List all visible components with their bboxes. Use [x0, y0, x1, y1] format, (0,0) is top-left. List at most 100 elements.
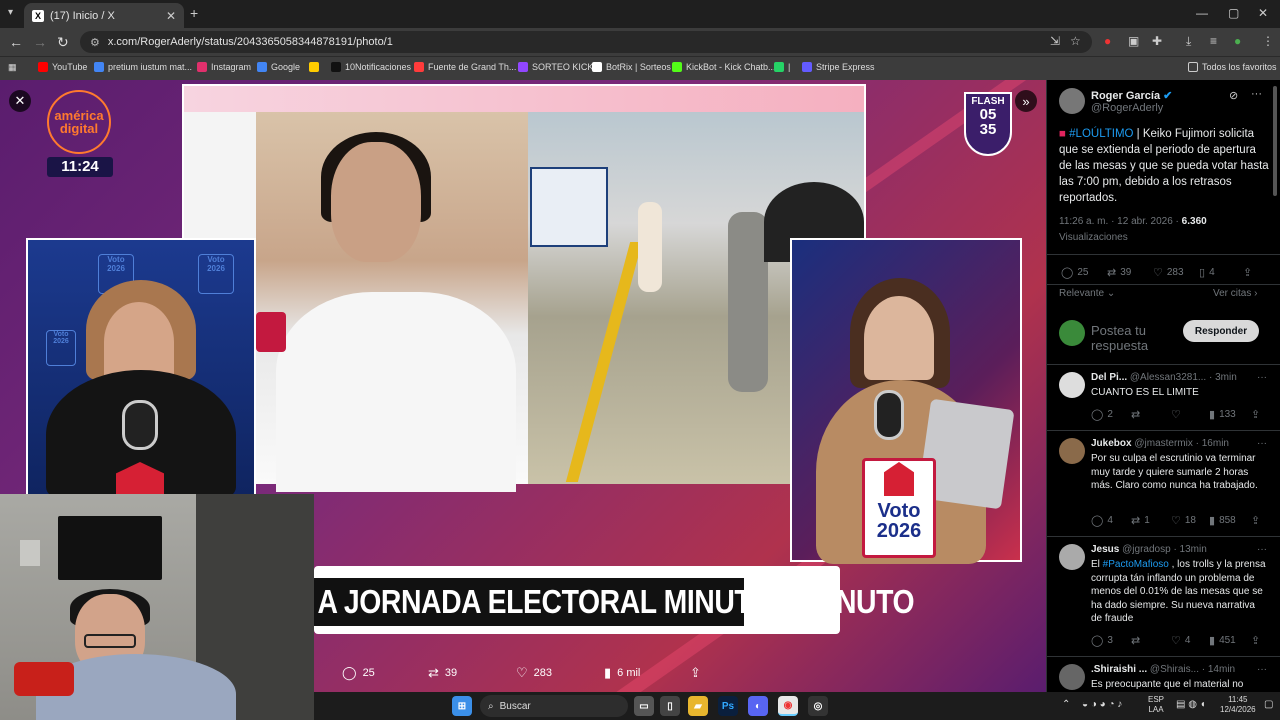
hashtag-link[interactable]: #LOÚLTIMO	[1069, 128, 1133, 140]
back-icon[interactable]: ←	[9, 34, 23, 50]
reply-views[interactable]: ▮ 858	[1209, 514, 1236, 527]
install-icon[interactable]: ⇲	[1050, 34, 1060, 48]
language-indicator[interactable]: ESP LAA	[1148, 695, 1164, 715]
bookmark-item[interactable]: YouTube	[38, 62, 87, 72]
bookmark-item[interactable]: Stripe Express	[802, 62, 875, 72]
close-media-button[interactable]: ✕	[9, 90, 31, 112]
reply-avatar[interactable]	[1059, 664, 1085, 690]
tray-overflow-icon[interactable]: ⌃	[1062, 700, 1070, 710]
taskbar-clock[interactable]: 11:45 12/4/2026	[1220, 695, 1256, 715]
reply-like-button[interactable]: ♡ 18	[1171, 514, 1196, 527]
tweet-repost-button[interactable]: ⇄ 39	[1107, 266, 1131, 279]
browser-tab[interactable]: X (17) Inicio / X ✕	[24, 3, 184, 28]
file-explorer-icon[interactable]: ▰	[688, 696, 708, 716]
maximize-icon[interactable]: ▢	[1228, 6, 1239, 20]
all-bookmarks[interactable]: Todos los favoritos	[1188, 62, 1277, 72]
see-quotes-link[interactable]: Ver citas ›	[1213, 288, 1257, 299]
reply-share-button[interactable]: ⇪	[1251, 408, 1264, 421]
photoshop-icon[interactable]: Ps	[718, 696, 738, 716]
reload-icon[interactable]: ↻	[57, 34, 69, 51]
browser-menu-icon[interactable]: ⋮	[1262, 34, 1274, 48]
app-icon[interactable]: ◎	[808, 696, 828, 716]
bookmark-item[interactable]: Instagram	[197, 62, 251, 72]
reply-share-button[interactable]: ⇪	[1251, 514, 1264, 527]
profile-avatar-icon[interactable]: ●	[1234, 34, 1241, 48]
reading-list-icon[interactable]: ≡	[1210, 34, 1217, 48]
bookmark-item[interactable]: Fuente de Grand Th...	[414, 62, 516, 72]
reply-repost-button[interactable]: ⇄	[1131, 408, 1144, 421]
minimize-icon[interactable]: —	[1196, 6, 1208, 20]
notification-icon[interactable]: ▢	[1264, 700, 1273, 710]
media-repost-button[interactable]: ⇄ 39	[428, 665, 457, 681]
reply-repost-button[interactable]: ⇄	[1131, 634, 1144, 647]
tab-close-icon[interactable]: ✕	[166, 9, 176, 23]
widgets-icon[interactable]: ▯	[660, 696, 680, 716]
reply-avatar[interactable]	[1059, 544, 1085, 570]
share-icon: ⇪	[1251, 409, 1261, 421]
reply-more-icon[interactable]: ···	[1257, 438, 1267, 449]
sidebar-scrollbar[interactable]	[1273, 86, 1277, 196]
video-main-frame	[182, 84, 866, 492]
reply-submit-button[interactable]: Responder	[1183, 320, 1259, 342]
media-views-button[interactable]: ▮ 6 mil	[604, 665, 640, 681]
bookmark-item[interactable]: BotRix | Sorteos	[592, 62, 671, 72]
author-handle[interactable]: @RogerAderly	[1091, 102, 1163, 114]
tweet-like-button[interactable]: ♡ 283	[1153, 266, 1184, 279]
bookmark-item[interactable]	[309, 62, 323, 72]
chrome-icon[interactable]: ◉	[778, 696, 798, 716]
bookmark-item[interactable]: KickBot - Kick Chatb...	[672, 62, 776, 72]
reply-reply-button[interactable]: ◯ 2	[1091, 408, 1113, 421]
window-close-icon[interactable]: ✕	[1258, 6, 1268, 20]
extension-red-icon[interactable]: ●	[1104, 34, 1111, 48]
reply-more-icon[interactable]: ···	[1257, 664, 1267, 675]
bookmark-item[interactable]: |	[774, 62, 790, 72]
new-tab-button[interactable]: +	[190, 5, 198, 21]
site-info-icon[interactable]: ⚙	[90, 36, 100, 49]
media-like-button[interactable]: ♡ 283	[516, 665, 552, 681]
tray-app-icons[interactable]: ◒ ◑ ◕ ◔ ♪	[1082, 700, 1122, 710]
tweet-share-button[interactable]: ⇪	[1243, 266, 1256, 279]
reply-repost-button[interactable]: ⇄ 1	[1131, 514, 1150, 527]
hashtag-link[interactable]: #PactoMafioso	[1103, 559, 1169, 570]
bookmark-item[interactable]: pretium iustum mat...	[94, 62, 192, 72]
apps-grid-icon[interactable]: ▦	[8, 62, 17, 73]
taskbar-search[interactable]: ⌕ Buscar	[480, 695, 628, 717]
address-bar[interactable]: ⚙ x.com/RogerAderly/status/2043365058344…	[80, 31, 1092, 53]
author-avatar[interactable]	[1059, 88, 1085, 114]
author-name[interactable]: Roger García ✔	[1091, 89, 1172, 102]
task-view-icon[interactable]: ▭	[634, 696, 654, 716]
reply-avatar[interactable]	[1059, 438, 1085, 464]
sort-relevance-dropdown[interactable]: Relevante ⌄	[1059, 288, 1115, 299]
reply-more-icon[interactable]: ···	[1257, 372, 1267, 383]
media-reply-button[interactable]: ◯ 25	[342, 665, 375, 681]
bookmark-star-icon[interactable]: ☆	[1070, 34, 1081, 48]
download-icon[interactable]: ⤓	[1186, 34, 1191, 49]
windows-start-icon[interactable]: ⊞	[452, 696, 472, 716]
reply-avatar[interactable]	[1059, 372, 1085, 398]
tweet-reply-button[interactable]: ◯ 25	[1061, 266, 1088, 279]
reply-share-button[interactable]: ⇪	[1251, 634, 1264, 647]
forward-icon[interactable]: →	[33, 34, 47, 50]
media-share-button[interactable]: ⇪	[690, 665, 707, 681]
reply-views[interactable]: ▮ 133	[1209, 408, 1236, 421]
discord-icon[interactable]: ◐	[748, 696, 768, 716]
toggle-sidebar-button[interactable]: »	[1015, 90, 1037, 112]
reply-views[interactable]: ▮ 451	[1209, 634, 1236, 647]
reply-reply-button[interactable]: ◯ 4	[1091, 514, 1113, 527]
tweet-bookmark-button[interactable]: ▯ 4	[1199, 266, 1215, 279]
bookmark-item[interactable]: 10Notificaciones	[331, 62, 411, 72]
more-options-icon[interactable]: ···	[1251, 88, 1262, 100]
network-volume-icons[interactable]: ▤ ◍ ◖	[1176, 700, 1206, 710]
bookmark-item[interactable]: SORTEO KICK	[518, 62, 593, 72]
extensions-puzzle-icon[interactable]: ✚	[1152, 34, 1162, 48]
reply-like-button[interactable]: ♡ 4	[1171, 634, 1190, 647]
tab-search-icon[interactable]: ▾	[8, 7, 13, 18]
reply-reply-button[interactable]: ◯ 3	[1091, 634, 1113, 647]
bookmark-item[interactable]: Google	[257, 62, 300, 72]
reply-more-icon[interactable]: ···	[1257, 544, 1267, 555]
reply-input[interactable]: Postea tu respuesta	[1091, 323, 1181, 353]
extension-icon[interactable]: ▣	[1128, 34, 1139, 48]
repost-icon: ⇄	[1131, 515, 1141, 527]
grok-icon[interactable]: ⊘	[1229, 89, 1238, 102]
reply-like-button[interactable]: ♡	[1171, 408, 1185, 421]
